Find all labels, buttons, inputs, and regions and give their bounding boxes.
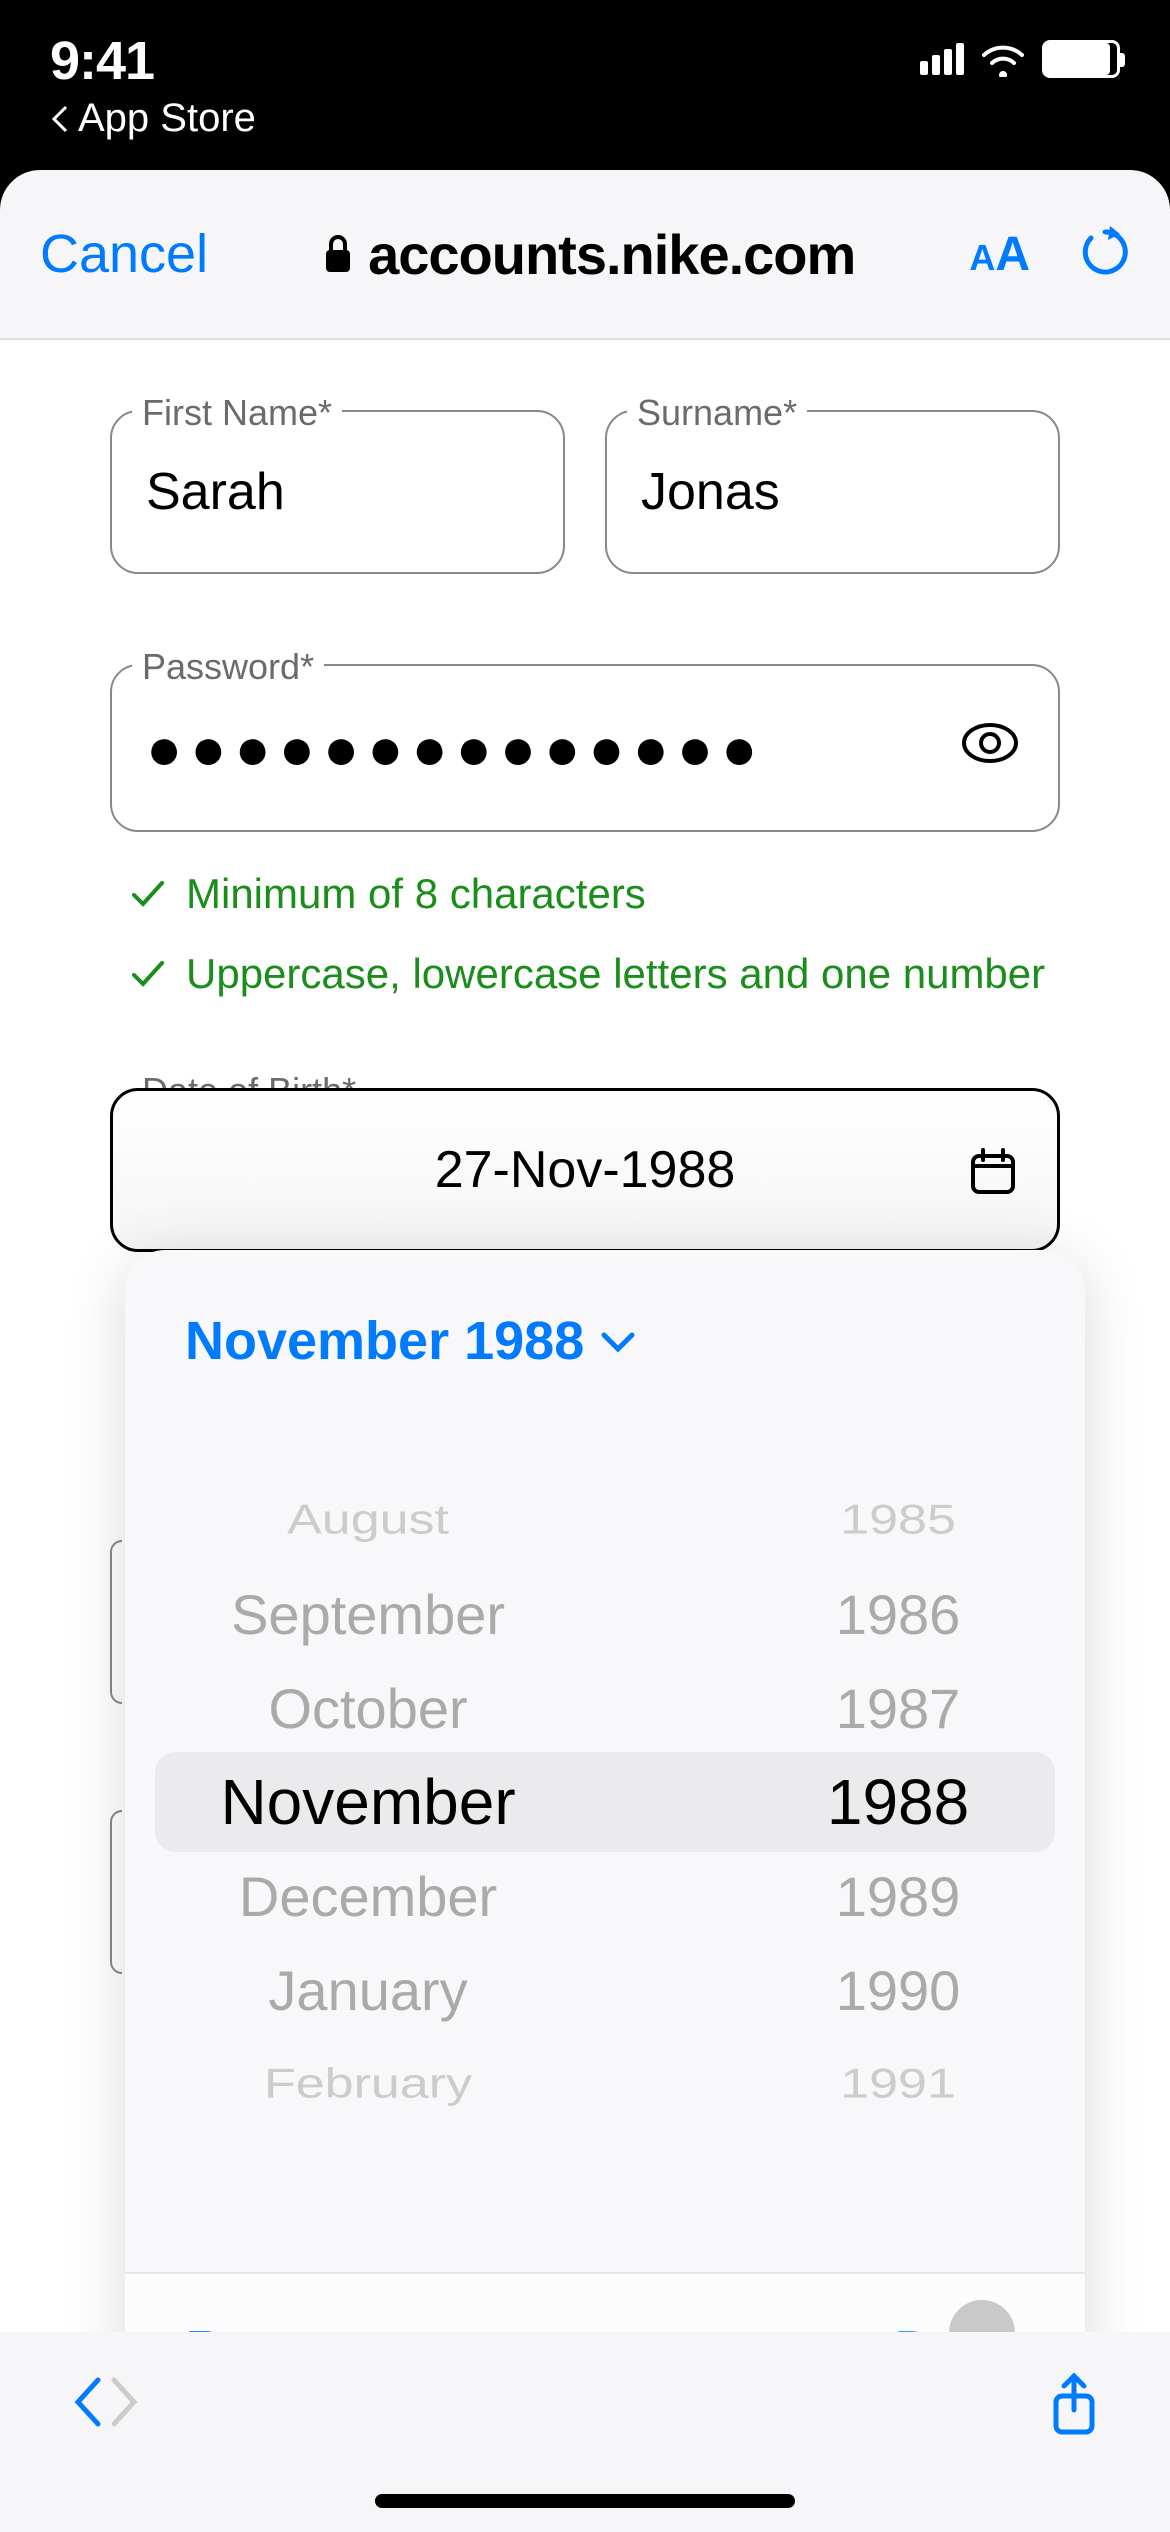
forward-button[interactable] <box>106 2372 142 2437</box>
wheel-item[interactable]: 1990 <box>836 1943 961 2037</box>
first-name-label: First Name* <box>132 392 342 434</box>
date-picker: November 1988 July August September Octo… <box>125 1250 1085 2426</box>
calendar-icon <box>967 1144 1019 1196</box>
wheel-item[interactable]: September <box>231 1567 505 1661</box>
check-icon <box>130 959 166 989</box>
wifi-icon <box>980 41 1026 77</box>
password-label: Password* <box>132 646 324 688</box>
reload-button[interactable] <box>1080 224 1130 285</box>
back-to-app[interactable]: App Store <box>50 96 256 141</box>
share-button[interactable] <box>1048 2372 1100 2443</box>
password-check-length: Minimum of 8 characters <box>130 870 1060 918</box>
status-time: 9:41 <box>50 30 256 92</box>
safari-header: Cancel accounts.nike.com AA <box>0 170 1170 340</box>
status-bar: 9:41 App Store <box>0 0 1170 140</box>
url-text: accounts.nike.com <box>368 222 855 287</box>
wheel-item[interactable]: 1991 <box>840 2046 956 2121</box>
wheel-item[interactable]: January <box>268 1943 467 2037</box>
wheel-item[interactable]: 1987 <box>836 1661 961 1755</box>
hidden-field-edge <box>110 1540 122 1704</box>
password-input[interactable]: ●●●●●●●●●●●●●● <box>110 664 1060 832</box>
wheel-item[interactable]: 1989 <box>836 1849 961 1943</box>
show-password-icon[interactable] <box>960 719 1020 767</box>
chevron-down-icon <box>600 1329 636 1353</box>
hidden-field-edge <box>110 1810 122 1974</box>
home-indicator[interactable] <box>375 2494 795 2508</box>
check-icon <box>130 879 166 909</box>
month-wheel[interactable]: July August September October November D… <box>125 1472 611 2132</box>
wheel-item-selected[interactable]: November <box>220 1755 515 1849</box>
first-name-input[interactable] <box>110 410 565 574</box>
dob-input[interactable]: 27-Nov-1988 <box>110 1088 1060 1252</box>
wheel-item[interactable]: October <box>268 1661 467 1755</box>
wheel-item[interactable]: February <box>264 2046 472 2121</box>
wheel-item[interactable]: 1986 <box>836 1567 961 1661</box>
cancel-button[interactable]: Cancel <box>40 223 208 285</box>
surname-label: Surname* <box>627 392 807 434</box>
picker-wheels: July August September October November D… <box>125 1472 1085 2132</box>
wheel-item[interactable]: December <box>239 1849 497 1943</box>
safari-sheet: Cancel accounts.nike.com AA First Name* … <box>0 170 1170 2532</box>
password-check-chars: Uppercase, lowercase letters and one num… <box>130 950 1060 998</box>
back-button[interactable] <box>70 2372 106 2437</box>
lock-icon <box>322 234 354 274</box>
year-wheel[interactable]: 1984 1985 1986 1987 1988 1989 1990 1991 … <box>711 1472 1085 2132</box>
dob-value: 27-Nov-1988 <box>435 1140 736 1200</box>
address-bar[interactable]: accounts.nike.com <box>238 222 939 287</box>
wheel-item[interactable]: August <box>287 1482 449 1557</box>
surname-input[interactable] <box>605 410 1060 574</box>
wheel-item-selected[interactable]: 1988 <box>827 1755 969 1849</box>
text-size-button[interactable]: AA <box>969 227 1030 282</box>
picker-header[interactable]: November 1988 <box>125 1250 1085 1412</box>
wheel-item[interactable]: 1985 <box>840 1482 956 1557</box>
battery-icon <box>1042 40 1120 78</box>
cellular-icon <box>920 43 964 75</box>
